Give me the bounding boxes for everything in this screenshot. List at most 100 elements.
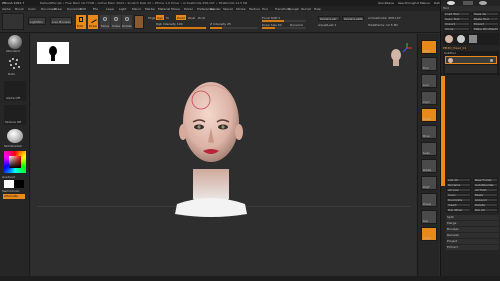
standard-brush[interactable]: Standard xyxy=(4,35,26,53)
adjust-last-slider[interactable]: AdjustLast 1 xyxy=(318,23,337,27)
shelf-transp-button[interactable]: Transp xyxy=(421,193,437,207)
list-all-button[interactable]: List All xyxy=(446,178,471,182)
project-thumb[interactable] xyxy=(2,13,24,30)
m-button[interactable]: M xyxy=(166,16,169,20)
material-skinshade[interactable]: SkinShade4 xyxy=(4,129,26,149)
zsub-button[interactable]: Zsub xyxy=(188,16,195,20)
paste-button[interactable]: Paste xyxy=(473,193,498,197)
secondary-color-swatch[interactable] xyxy=(14,180,24,188)
all-high-button[interactable]: All High xyxy=(473,188,498,192)
menu-item-help[interactable]: Help xyxy=(314,7,321,11)
scale-button[interactable]: Scale xyxy=(111,15,121,29)
menu-item-draw[interactable]: Draw xyxy=(54,7,62,11)
tool-thumb-2[interactable] xyxy=(479,1,487,5)
head-tool-thumb[interactable] xyxy=(445,35,453,43)
section-remesh[interactable]: Remesh xyxy=(446,233,499,238)
menu-item-edit[interactable]: Edit xyxy=(80,7,86,11)
color-picker[interactable] xyxy=(4,151,26,173)
shelf-floor-button[interactable]: Floor xyxy=(421,57,437,71)
head-model[interactable] xyxy=(171,74,251,249)
shelf-solo-button[interactable]: Solo xyxy=(421,210,437,224)
save-as-button[interactable]: Save As xyxy=(472,12,499,16)
canvas[interactable] xyxy=(31,34,416,276)
rgb-button[interactable]: Rgb xyxy=(156,15,164,20)
menu-item-zplugin[interactable]: Zplugin xyxy=(288,7,299,11)
del-other-button[interactable]: Del Other xyxy=(446,208,471,212)
import-button[interactable]: Import xyxy=(443,22,470,26)
menus-toggle[interactable]: Menus xyxy=(420,1,430,5)
navigator-thumbnail[interactable] xyxy=(37,42,69,64)
rotate-button[interactable]: Rotate xyxy=(122,15,132,29)
new-folder-button[interactable]: New Folder xyxy=(473,178,498,182)
menu-item-marker[interactable]: Marker xyxy=(145,7,155,11)
copy-tool-button[interactable]: Copy Tool xyxy=(443,17,470,21)
shelf-frame-button[interactable]: Frame xyxy=(421,108,437,122)
menu-item-picker[interactable]: Picker xyxy=(184,7,193,11)
menu-item-brush[interactable]: Brush xyxy=(15,7,24,11)
section-project[interactable]: Project xyxy=(446,239,499,244)
copy-button[interactable]: Copy xyxy=(446,193,471,197)
make-polymesh-button[interactable]: Make PolyMesh3D xyxy=(472,27,499,31)
draw-size-slider[interactable] xyxy=(262,27,306,29)
gradient-label[interactable]: Gradient xyxy=(2,175,15,179)
export-button[interactable]: Export xyxy=(472,22,499,26)
load-tool-button[interactable]: Load Tool xyxy=(443,12,470,16)
menu-item-zscript[interactable]: Zscript xyxy=(301,7,311,11)
color-square[interactable] xyxy=(9,156,21,168)
menu-item-stroke[interactable]: Stroke xyxy=(236,7,246,11)
main-color-swatch[interactable] xyxy=(4,180,14,188)
live-boolean-button[interactable]: Live Boolean xyxy=(50,17,72,25)
alpha-off[interactable]: Alpha Off xyxy=(4,81,26,101)
menu-item-file[interactable]: File xyxy=(93,7,98,11)
rgb-intensity-slider[interactable] xyxy=(156,27,206,29)
move-button[interactable]: Move xyxy=(100,15,110,29)
panel-scrollbar[interactable] xyxy=(441,76,445,186)
stroke-dots[interactable]: Dots xyxy=(4,57,26,77)
cube-tool-thumb[interactable] xyxy=(469,35,477,43)
quick-sphere-icon[interactable] xyxy=(447,1,455,5)
alternate-button[interactable]: Alternate xyxy=(3,194,25,199)
replay-last-rel-button[interactable]: ReplayLastRel xyxy=(342,16,364,21)
lightbox-button[interactable]: LightBox xyxy=(28,17,46,25)
menu-item-material[interactable]: Material xyxy=(158,7,170,11)
menu-item-color[interactable]: Color xyxy=(28,7,36,11)
texture-off[interactable]: Texture Off xyxy=(4,105,26,125)
tool-thumb-1[interactable] xyxy=(463,1,473,5)
menu-item-alpha[interactable]: Alpha xyxy=(2,7,11,11)
duplicate-button[interactable]: Duplicate xyxy=(446,198,471,202)
section-extract[interactable]: Extract xyxy=(446,245,499,250)
paste-tool-button[interactable]: Paste Tool xyxy=(472,17,499,21)
edit-button[interactable]: Edit xyxy=(76,15,86,29)
shelf-move-button[interactable]: Move xyxy=(421,125,437,139)
shelf-local-button[interactable]: Local xyxy=(421,74,437,88)
rename-button[interactable]: Rename xyxy=(446,183,471,187)
menu-item-texture[interactable]: Texture xyxy=(249,7,260,11)
shelf-persp-button[interactable]: Persp xyxy=(421,40,437,54)
del-all-button[interactable]: Del All xyxy=(473,208,498,212)
append-button[interactable]: Append xyxy=(473,198,498,202)
subtool-item[interactable] xyxy=(445,56,497,64)
delete-button[interactable]: Delete xyxy=(473,203,498,207)
menu-item-movie[interactable]: Movie xyxy=(171,7,180,11)
shelf-xpose-button[interactable]: Xpose xyxy=(421,227,437,241)
subtool-item-empty[interactable] xyxy=(445,65,497,73)
menu-item-layer[interactable]: Layer xyxy=(106,7,114,11)
zcut-button[interactable]: Zcut xyxy=(198,16,205,20)
z-intensity-slider[interactable] xyxy=(210,27,258,29)
draw-button[interactable]: Draw xyxy=(88,15,98,29)
menu-item-stencil[interactable]: Stencil xyxy=(223,7,233,11)
shelf-rotate-button[interactable]: Rotate xyxy=(421,159,437,173)
shelf-lsym-button[interactable]: LSym xyxy=(421,91,437,105)
autoreorder-button[interactable]: AutoReorder xyxy=(473,183,498,187)
material-swatch[interactable] xyxy=(134,15,144,29)
zadd-button[interactable]: Zadd xyxy=(176,15,186,20)
insert-button[interactable]: Insert xyxy=(446,203,471,207)
menu-item-macro[interactable]: Macro xyxy=(132,7,141,11)
quicksave-button[interactable]: QuickSave xyxy=(378,1,394,5)
mrgb-button[interactable]: Mrgb xyxy=(148,16,156,20)
all-low-button[interactable]: All Low xyxy=(446,188,471,192)
see-through-slider[interactable]: See-through 0 xyxy=(398,1,419,5)
replay-last-button[interactable]: ReplayLast xyxy=(318,16,340,21)
axis-gizmo-icon[interactable] xyxy=(401,42,413,54)
shelf-polyf-button[interactable]: PolyF xyxy=(421,176,437,190)
